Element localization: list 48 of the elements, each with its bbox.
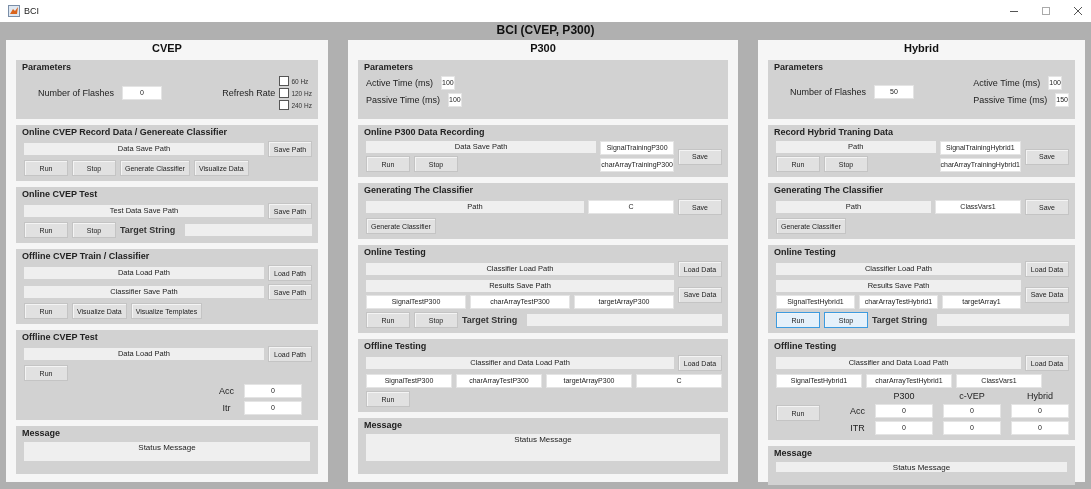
field-label: Active Time (ms) [366, 78, 433, 88]
panel-title: Offline Testing [774, 341, 838, 352]
column-title: P300 [529, 42, 557, 54]
field-label: Target String [120, 225, 176, 235]
app-icon [8, 5, 20, 17]
field-label: Number of Flashes [790, 86, 866, 97]
panel-title: Generating The Classifier [364, 185, 475, 196]
field-label: Target String [872, 315, 928, 325]
window-title: BCI [24, 6, 39, 16]
column-title: CVEP [151, 42, 183, 54]
panel-title: Generating The Classifier [774, 185, 885, 196]
status-message: Status Message [514, 435, 572, 444]
column-header: Hybrid [1027, 391, 1053, 401]
field-label: Passive Time (ms) [973, 95, 1048, 105]
text-field[interactable] [185, 224, 312, 236]
column-header: c-VEP [959, 391, 985, 401]
panel-title: Record Hybrid Traning Data [774, 127, 894, 138]
panel-title: Online P300 Data Recording [364, 127, 486, 138]
row-label: Acc [218, 386, 234, 396]
column-header: P300 [893, 391, 915, 401]
panel-title: Online Testing [774, 247, 837, 258]
field-label: Passive Time (ms) [366, 95, 440, 105]
status-message: Status Message [892, 463, 951, 472]
close-icon[interactable] [1073, 6, 1083, 16]
panel-title: Online Testing [364, 247, 427, 258]
panel-title: Offline CVEP Train / Classifier [22, 251, 151, 262]
text-field[interactable] [527, 314, 722, 326]
panel-title: Offline Testing [364, 341, 428, 352]
panel-title: Message [22, 428, 62, 439]
panel-title: Parameters [22, 62, 73, 73]
row-label: Acc [850, 406, 865, 416]
panel-title: Offline CVEP Test [22, 332, 99, 343]
text-field[interactable] [937, 314, 1069, 326]
panel-title: Online CVEP Test [22, 189, 99, 200]
field-label: Number of Flashes [38, 88, 115, 98]
panel-title: Parameters [364, 62, 415, 73]
maximize-icon[interactable] [1041, 6, 1051, 16]
status-message: Status Message [138, 443, 196, 452]
panel-title: Online CVEP Record Data / Genereate Classifier [22, 127, 228, 138]
panel-title: Message [774, 448, 813, 459]
column-title: Hybrid [903, 42, 940, 54]
field-label: Active Time (ms) [973, 78, 1041, 88]
field-label: Target String [462, 315, 518, 325]
row-label: ITR [850, 423, 865, 433]
row-label: Itr [222, 403, 231, 413]
field-label: Refresh Rate [222, 88, 276, 98]
panel-title: Message [364, 420, 403, 431]
panel-title: Parameters [774, 62, 825, 73]
